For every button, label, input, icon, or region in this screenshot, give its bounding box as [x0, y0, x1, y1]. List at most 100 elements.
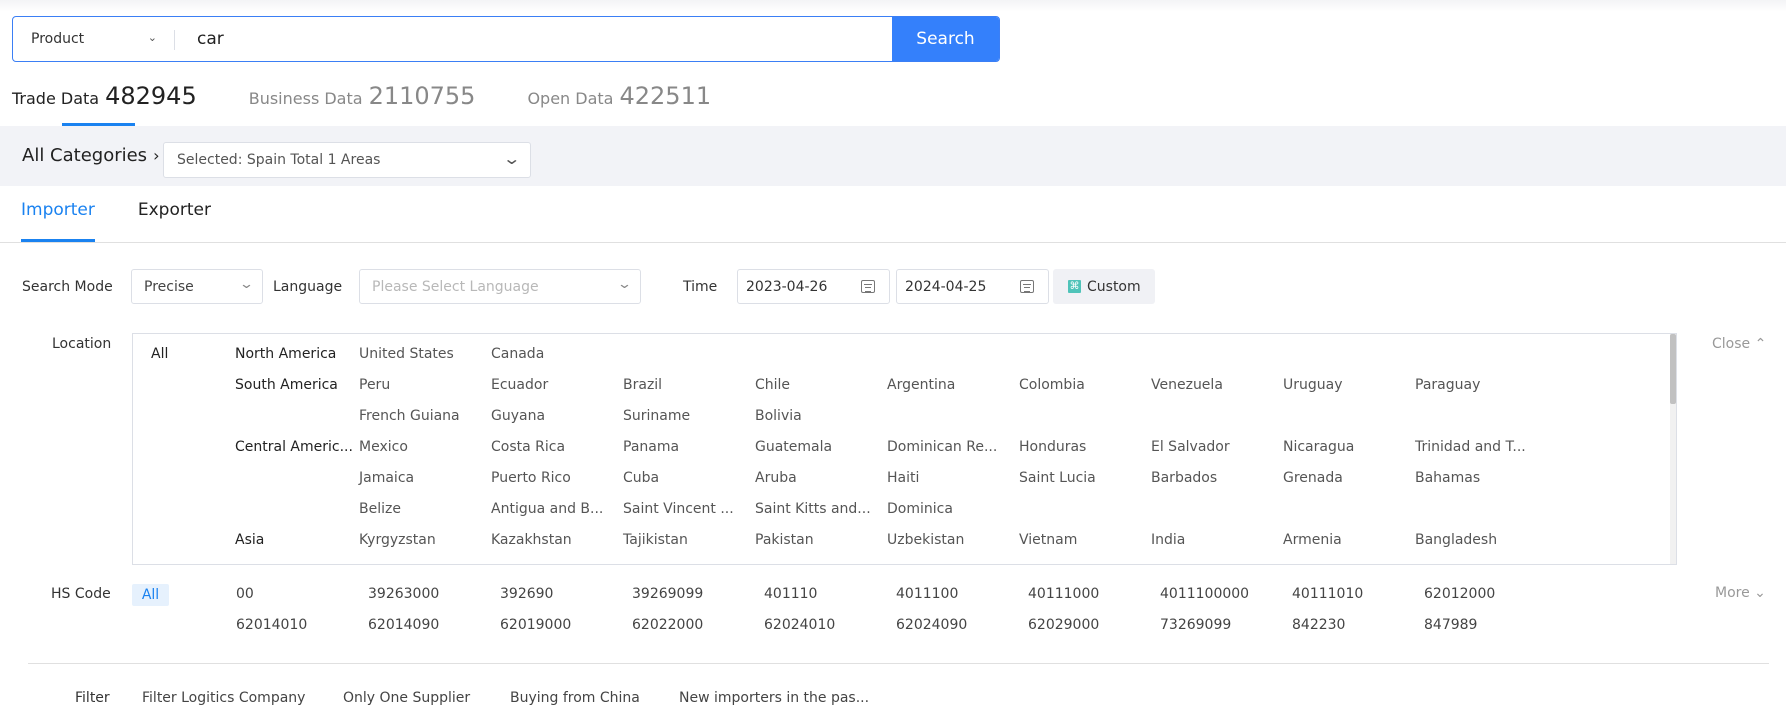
- custom-date-button[interactable]: ⌘ Custom: [1053, 269, 1155, 304]
- location-country[interactable]: Peru: [359, 377, 477, 393]
- location-country[interactable]: Ecuador: [491, 377, 609, 393]
- filter-option[interactable]: Only One Supplier: [343, 690, 470, 706]
- location-country[interactable]: Bolivia: [755, 408, 873, 424]
- location-country[interactable]: Panama: [623, 439, 741, 455]
- search-type-value: Product: [31, 31, 85, 47]
- location-country[interactable]: Brazil: [623, 377, 741, 393]
- location-country[interactable]: Guyana: [491, 408, 609, 424]
- hs-code-item[interactable]: 62019000: [500, 617, 571, 633]
- location-country[interactable]: Kazakhstan: [491, 532, 609, 548]
- location-country[interactable]: Aruba: [755, 470, 873, 486]
- location-country[interactable]: Grenada: [1283, 470, 1401, 486]
- search-button[interactable]: Search: [892, 17, 999, 61]
- location-close-toggle[interactable]: Close ⌃: [1712, 336, 1766, 352]
- location-country[interactable]: Belize: [359, 501, 477, 517]
- location-country[interactable]: Dominica: [887, 501, 1005, 517]
- more-label: More: [1715, 585, 1750, 601]
- scrollbar-track[interactable]: [1670, 334, 1676, 564]
- selected-area-dropdown[interactable]: Selected: Spain Total 1 Areas ⌄: [163, 142, 531, 178]
- calendar-icon[interactable]: [861, 280, 875, 293]
- location-country[interactable]: Uzbekistan: [887, 532, 1005, 548]
- hs-code-all[interactable]: All: [132, 584, 169, 606]
- location-country[interactable]: Tajikistan: [623, 532, 741, 548]
- location-country[interactable]: Argentina: [887, 377, 1005, 393]
- hs-code-item[interactable]: 00: [236, 586, 254, 602]
- scrollbar-thumb[interactable]: [1670, 334, 1676, 404]
- location-country[interactable]: French Guiana: [359, 408, 477, 424]
- hs-code-item[interactable]: 62022000: [632, 617, 703, 633]
- filter-option[interactable]: Filter Logitics Company: [142, 690, 305, 706]
- location-country[interactable]: Guatemala: [755, 439, 873, 455]
- location-country[interactable]: Barbados: [1151, 470, 1269, 486]
- location-region[interactable]: Asia: [235, 532, 355, 548]
- hs-code-item[interactable]: 847989: [1424, 617, 1477, 633]
- tab-importer[interactable]: Importer: [21, 200, 95, 242]
- location-country[interactable]: Venezuela: [1151, 377, 1269, 393]
- location-country[interactable]: Uruguay: [1283, 377, 1401, 393]
- tab-exporter[interactable]: Exporter: [138, 200, 211, 242]
- hs-code-item[interactable]: 62014010: [236, 617, 307, 633]
- filter-option[interactable]: Buying from China: [510, 690, 640, 706]
- hs-more-toggle[interactable]: More ⌄: [1715, 585, 1766, 601]
- hs-code-item[interactable]: 62024090: [896, 617, 967, 633]
- location-country[interactable]: Bangladesh: [1415, 532, 1533, 548]
- language-select[interactable]: Please Select Language ⌄: [359, 269, 641, 304]
- hs-code-item[interactable]: 40111000: [1028, 586, 1099, 602]
- calendar-icon[interactable]: [1020, 280, 1034, 293]
- hs-code-item[interactable]: 39269099: [632, 586, 703, 602]
- hs-code-item[interactable]: 62024010: [764, 617, 835, 633]
- location-country[interactable]: Colombia: [1019, 377, 1137, 393]
- hs-code-item[interactable]: 40111010: [1292, 586, 1363, 602]
- location-country[interactable]: Chile: [755, 377, 873, 393]
- location-country[interactable]: Canada: [491, 346, 609, 362]
- hs-code-item[interactable]: 62014090: [368, 617, 439, 633]
- end-date-input[interactable]: 2024-04-25: [896, 269, 1049, 304]
- hs-code-item[interactable]: 73269099: [1160, 617, 1231, 633]
- all-categories-link[interactable]: All Categories ›: [22, 145, 159, 166]
- location-country[interactable]: Saint Kitts and...: [755, 501, 873, 517]
- location-region[interactable]: Central Americ...: [235, 439, 355, 455]
- hs-code-item[interactable]: 842230: [1292, 617, 1345, 633]
- location-country[interactable]: Kyrgyzstan: [359, 532, 477, 548]
- hs-code-item[interactable]: 62029000: [1028, 617, 1099, 633]
- tab-open-data[interactable]: Open Data 422511: [527, 80, 711, 126]
- location-country[interactable]: El Salvador: [1151, 439, 1269, 455]
- hs-code-item[interactable]: 401110: [764, 586, 817, 602]
- location-country[interactable]: Puerto Rico: [491, 470, 609, 486]
- location-country[interactable]: United States: [359, 346, 477, 362]
- location-all[interactable]: All: [151, 346, 168, 362]
- location-region[interactable]: North America: [235, 346, 355, 362]
- location-country[interactable]: Dominican Re...: [887, 439, 1005, 455]
- location-country[interactable]: Vietnam: [1019, 532, 1137, 548]
- hs-code-item[interactable]: 62012000: [1424, 586, 1495, 602]
- hs-code-item[interactable]: 4011100000: [1160, 586, 1249, 602]
- tab-trade-data[interactable]: Trade Data 482945: [12, 80, 197, 126]
- location-country[interactable]: Suriname: [623, 408, 741, 424]
- location-country[interactable]: Trinidad and T...: [1415, 439, 1533, 455]
- search-input[interactable]: [175, 17, 892, 61]
- location-country[interactable]: Pakistan: [755, 532, 873, 548]
- location-country[interactable]: Bahamas: [1415, 470, 1533, 486]
- hs-code-item[interactable]: 4011100: [896, 586, 958, 602]
- location-country[interactable]: Nicaragua: [1283, 439, 1401, 455]
- filter-option[interactable]: New importers in the pas...: [679, 690, 869, 706]
- location-country[interactable]: Paraguay: [1415, 377, 1533, 393]
- location-country[interactable]: Haiti: [887, 470, 1005, 486]
- location-country[interactable]: Honduras: [1019, 439, 1137, 455]
- location-country[interactable]: Saint Lucia: [1019, 470, 1137, 486]
- location-country[interactable]: Jamaica: [359, 470, 477, 486]
- start-date-input[interactable]: 2023-04-26: [737, 269, 890, 304]
- tab-business-data[interactable]: Business Data 2110755: [249, 80, 476, 126]
- location-country[interactable]: Mexico: [359, 439, 477, 455]
- search-mode-select[interactable]: Precise ⌄: [131, 269, 263, 304]
- location-region[interactable]: South America: [235, 377, 355, 393]
- location-country[interactable]: Costa Rica: [491, 439, 609, 455]
- location-country[interactable]: Antigua and B...: [491, 501, 609, 517]
- location-country[interactable]: India: [1151, 532, 1269, 548]
- location-country[interactable]: Saint Vincent ...: [623, 501, 741, 517]
- location-country[interactable]: Armenia: [1283, 532, 1401, 548]
- hs-code-item[interactable]: 392690: [500, 586, 553, 602]
- location-country[interactable]: Cuba: [623, 470, 741, 486]
- search-type-dropdown[interactable]: Product ⌄: [13, 17, 175, 61]
- hs-code-item[interactable]: 39263000: [368, 586, 439, 602]
